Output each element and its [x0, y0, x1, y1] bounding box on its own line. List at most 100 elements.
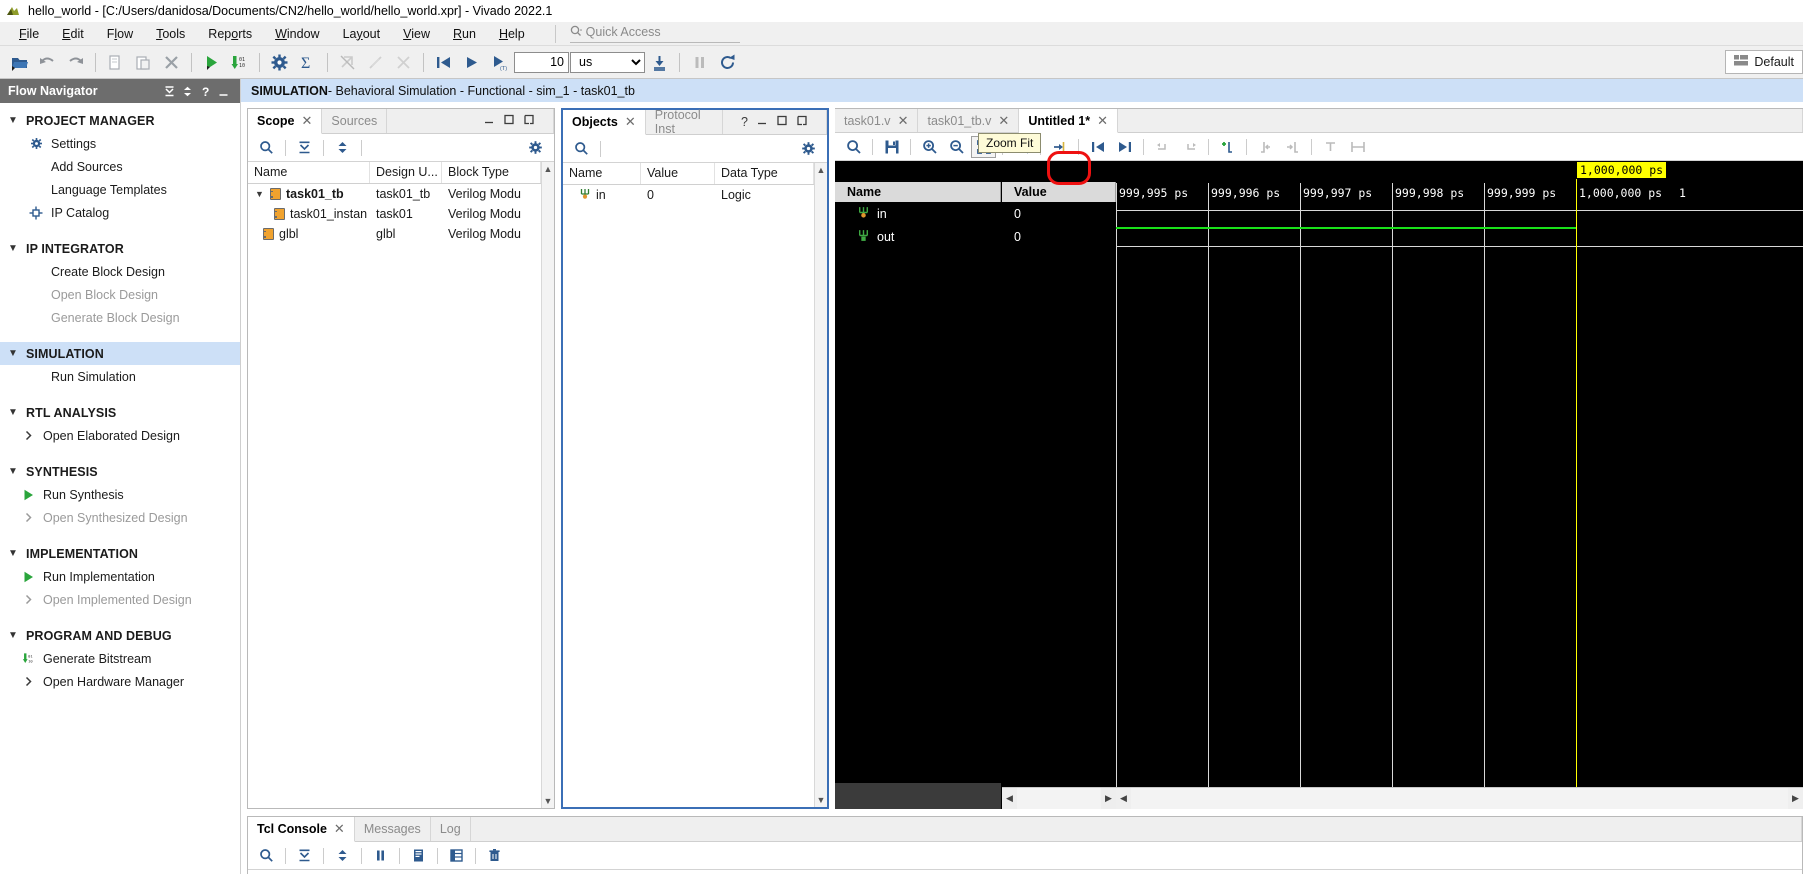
tab-task01-tb-v[interactable]: task01_tb.v ✕: [918, 109, 1020, 132]
waveform-column-header-name[interactable]: Name: [835, 182, 1001, 202]
menu-file[interactable]: FFileile: [8, 24, 50, 44]
objects-vertical-scrollbar[interactable]: ▲ ▼: [814, 163, 827, 807]
layout-selector-button[interactable]: Default: [1725, 50, 1803, 74]
tab-log[interactable]: Log: [431, 817, 471, 841]
table-row[interactable]: in 0 Logic: [563, 185, 814, 205]
scroll-left-icon[interactable]: ◀: [1116, 793, 1131, 804]
open-project-icon[interactable]: [6, 50, 33, 75]
flow-section-simulation[interactable]: ▼ SIMULATION: [0, 342, 240, 365]
menu-help[interactable]: Help: [488, 24, 536, 44]
menu-edit[interactable]: Edit: [51, 24, 95, 44]
flow-item-open-elaborated-design[interactable]: Open Elaborated Design: [0, 424, 240, 447]
scroll-up-icon[interactable]: ▲: [817, 165, 826, 175]
flow-item-run-synthesis[interactable]: Run Synthesis: [0, 483, 240, 506]
generate-bitstream-icon[interactable]: 01 10: [226, 50, 253, 75]
collapse-all-icon[interactable]: [292, 137, 317, 159]
waveform-column-header-value[interactable]: Value: [1002, 182, 1116, 202]
waveform-signal-row[interactable]: out: [835, 225, 1001, 248]
float-icon[interactable]: [797, 115, 808, 129]
sum-sigma-icon[interactable]: Σ: [294, 50, 321, 75]
run-for-time-icon[interactable]: (T): [486, 50, 513, 75]
waveform-time-ruler[interactable]: 999,995 ps 999,996 ps 999,997 ps 999,998…: [1116, 161, 1803, 202]
span-icon[interactable]: [1345, 136, 1370, 158]
close-icon[interactable]: ✕: [1097, 113, 1108, 129]
run-time-unit-select[interactable]: us: [570, 51, 645, 73]
tab-tcl-console[interactable]: Tcl Console ✕: [248, 817, 355, 842]
flow-section-synthesis[interactable]: ▼ SYNTHESIS: [0, 460, 240, 483]
relaunch-icon[interactable]: [714, 50, 741, 75]
flow-item-generate-bitstream[interactable]: 01 10 Generate Bitstream: [0, 647, 240, 670]
undo-icon[interactable]: [34, 50, 61, 75]
zoom-in-icon[interactable]: [917, 136, 942, 158]
menu-run[interactable]: Run: [442, 24, 487, 44]
move-right-icon[interactable]: [1280, 136, 1305, 158]
step-icon[interactable]: [646, 50, 673, 75]
flow-section-project-manager[interactable]: ▼ PROJECT MANAGER: [0, 109, 240, 132]
next-transition-icon[interactable]: [1112, 136, 1137, 158]
redo-icon[interactable]: [62, 50, 89, 75]
column-header-name[interactable]: Name: [563, 163, 641, 184]
tab-protocol-inst[interactable]: Protocol Inst: [646, 108, 724, 136]
search-icon[interactable]: [569, 138, 594, 160]
tab-objects[interactable]: Objects ✕: [563, 110, 646, 135]
menu-flow[interactable]: Flow: [96, 24, 144, 44]
float-left-icon[interactable]: [1318, 136, 1343, 158]
collapse-all-icon[interactable]: [292, 845, 317, 867]
collapse-all-icon[interactable]: [160, 85, 178, 98]
close-icon[interactable]: ✕: [334, 821, 345, 837]
settings-gear-icon[interactable]: [266, 50, 293, 75]
tab-sources[interactable]: Sources: [322, 109, 388, 133]
save-icon[interactable]: [879, 136, 904, 158]
expand-all-icon[interactable]: [330, 845, 355, 867]
close-icon[interactable]: ✕: [302, 113, 313, 129]
menu-window[interactable]: Window: [264, 24, 330, 44]
expand-collapse-icon[interactable]: [178, 85, 196, 98]
goto-time-icon[interactable]: [1047, 136, 1072, 158]
trash-icon[interactable]: [482, 845, 507, 867]
close-icon[interactable]: ✕: [898, 113, 909, 129]
waveform-grid[interactable]: 999,995 ps 999,996 ps 999,997 ps 999,998…: [1116, 161, 1803, 809]
search-icon[interactable]: [841, 136, 866, 158]
restart-sim-icon[interactable]: [430, 50, 457, 75]
expand-all-icon[interactable]: [330, 137, 355, 159]
paste-icon[interactable]: [130, 50, 157, 75]
flow-section-implementation[interactable]: ▼ IMPLEMENTATION: [0, 542, 240, 565]
minimize-icon[interactable]: [484, 114, 495, 128]
flow-item-language-templates[interactable]: Language Templates: [0, 178, 240, 201]
scroll-left-icon[interactable]: ◀: [1002, 793, 1017, 804]
flow-item-run-simulation[interactable]: Run Simulation: [0, 365, 240, 388]
previous-transition-icon[interactable]: [1085, 136, 1110, 158]
run-all-icon[interactable]: [458, 50, 485, 75]
scroll-right-icon[interactable]: ▶: [1788, 793, 1803, 804]
maximize-icon[interactable]: [504, 114, 515, 128]
flow-section-rtl-analysis[interactable]: ▼ RTL ANALYSIS: [0, 401, 240, 424]
waveform-hscrollbar[interactable]: ◀ ▶: [1116, 787, 1803, 809]
column-header-design-unit[interactable]: Design U...: [370, 162, 442, 183]
waveform-cursor-line[interactable]: [1576, 175, 1577, 809]
tab-untitled-1[interactable]: Untitled 1* ✕: [1019, 109, 1119, 133]
flow-item-add-sources[interactable]: Add Sources: [0, 155, 240, 178]
column-header-data-type[interactable]: Data Type: [715, 163, 814, 184]
move-left-icon[interactable]: [1253, 136, 1278, 158]
settings-gear-icon[interactable]: [523, 137, 548, 159]
flow-item-open-hardware-manager[interactable]: Open Hardware Manager: [0, 670, 240, 693]
flow-item-run-implementation[interactable]: Run Implementation: [0, 565, 240, 588]
delete-icon[interactable]: [158, 50, 185, 75]
zoom-out-icon[interactable]: [944, 136, 969, 158]
flow-item-create-block-design[interactable]: Create Block Design: [0, 260, 240, 283]
copy-icon[interactable]: [406, 845, 431, 867]
waveform-signal-row[interactable]: in: [835, 202, 1001, 225]
settings-gear-icon[interactable]: [796, 138, 821, 160]
menu-tools[interactable]: Tools: [145, 24, 196, 44]
quick-access-search[interactable]: Quick Access: [569, 25, 740, 43]
search-icon[interactable]: [254, 845, 279, 867]
tab-task01-v[interactable]: task01.v ✕: [835, 109, 919, 132]
tab-messages[interactable]: Messages: [355, 817, 431, 841]
maximize-icon[interactable]: [777, 115, 788, 129]
column-header-block-type[interactable]: Block Type: [442, 162, 541, 183]
flow-section-program-and-debug[interactable]: ▼ PROGRAM AND DEBUG: [0, 624, 240, 647]
table-row[interactable]: ▼ task01_tb task01_tb Verilog Modu: [248, 184, 541, 204]
next-marker-icon[interactable]: [1177, 136, 1202, 158]
menu-view[interactable]: View: [392, 24, 441, 44]
prev-marker-icon[interactable]: [1150, 136, 1175, 158]
